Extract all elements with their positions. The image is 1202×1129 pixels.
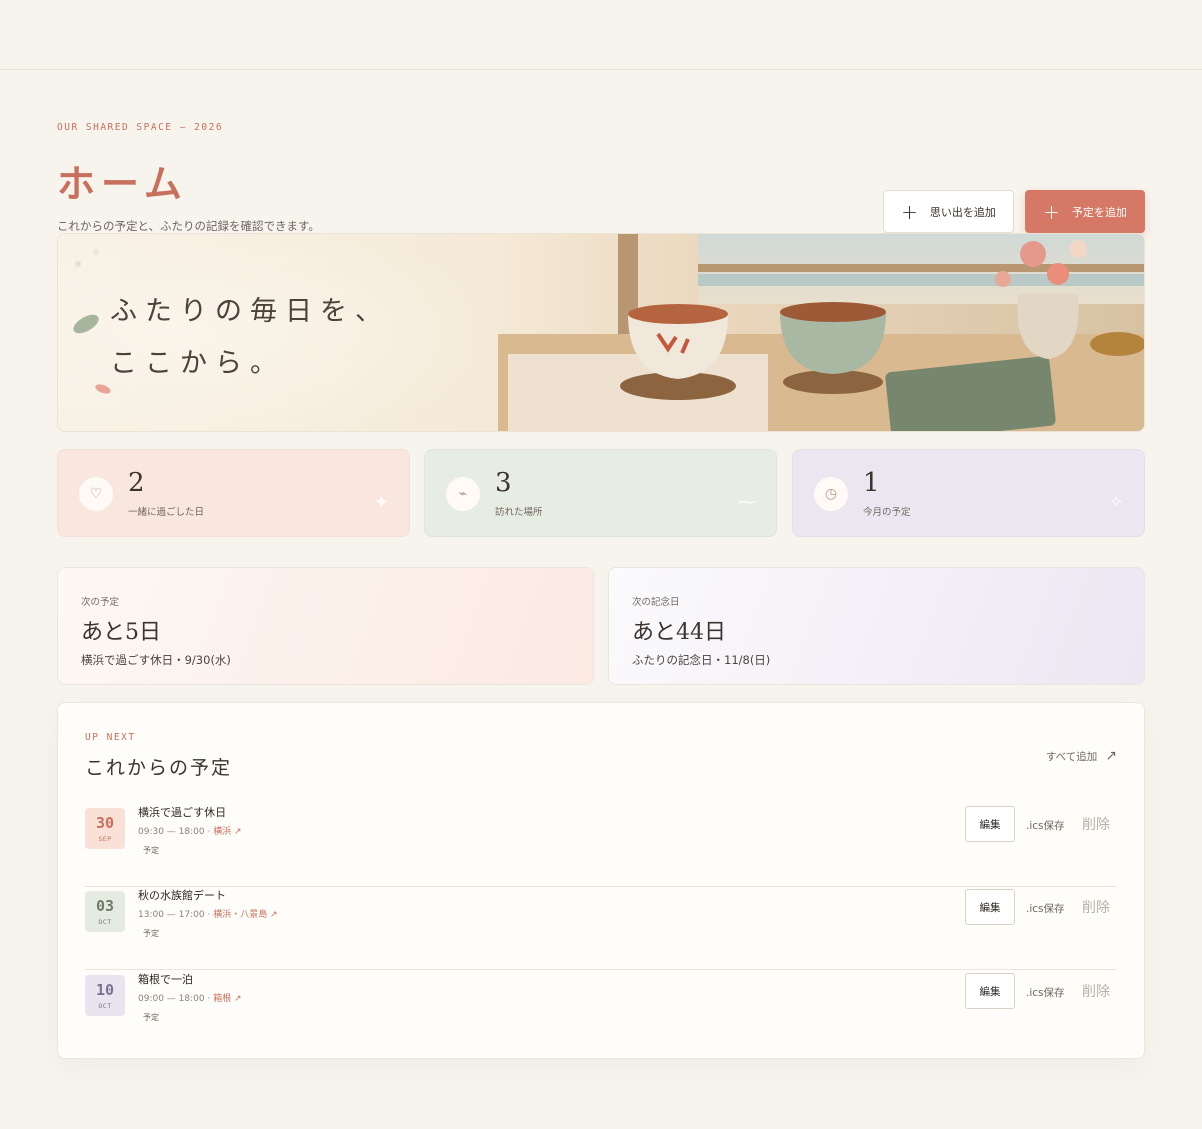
see-all-link[interactable]: すべて追加 ↗ [1046, 748, 1117, 764]
event-date-badge: 03 OCT [85, 891, 125, 932]
hero-tagline: ふたりの毎日を、 ここから。 [110, 286, 390, 390]
stat-label: 一緒に過ごした日 [128, 507, 205, 518]
top-bar [0, 0, 1202, 70]
event-tag: 予定 [143, 929, 159, 938]
stat-card-days-together: ♡ 2 一緒に過ごした日 ✦ [57, 449, 410, 537]
upcoming-eyebrow: UP NEXT [85, 732, 136, 743]
event-month: SEP [98, 835, 112, 843]
hero-banner: ふたりの毎日を、 ここから。 [57, 233, 1145, 432]
event-month: OCT [98, 1002, 112, 1010]
sparkle-icon: ✧ [1108, 492, 1124, 513]
next-anniversary-countdown: あと44日 [632, 620, 726, 645]
event-day: 03 [95, 897, 115, 915]
event-title: 箱根で一泊 [138, 973, 193, 986]
event-date-badge: 10 OCT [85, 975, 125, 1016]
event-meta: 09:30 — 18:00 · 横浜 ↗ [138, 824, 242, 837]
next-anniversary-info: ふたりの記念日・11/8(日) [632, 653, 771, 667]
event-tag: 予定 [143, 1013, 159, 1022]
stat-value: 3 [495, 468, 512, 498]
event-day: 30 [95, 814, 115, 832]
hero-line-1: ふたりの毎日を、 [110, 296, 390, 327]
event-time: 09:00 — 18:00 · [138, 994, 214, 1004]
upcoming-events-panel: UP NEXT これからの予定 すべて追加 ↗ 30 SEP 横浜で過ごす休日 … [57, 702, 1145, 1059]
event-tag: 予定 [143, 846, 159, 855]
arrow-up-right-icon: ↗ [1105, 748, 1117, 764]
event-title: 秋の水族館デート [138, 889, 226, 902]
ics-save-button[interactable]: .ics保存 [1026, 901, 1065, 916]
event-row[interactable]: 30 SEP 横浜で過ごす休日 09:30 — 18:00 · 横浜 ↗ 予定 … [85, 804, 1117, 887]
page-subtitle: これからの予定と、ふたりの記録を確認できます。 [57, 219, 320, 233]
delete-button[interactable]: 削除 [1082, 897, 1110, 917]
edit-button[interactable]: 編集 [965, 889, 1015, 925]
heart-icon: ♡ [79, 477, 113, 511]
event-location-link[interactable]: 箱根 ↗ [213, 994, 241, 1004]
next-event-caption: 次の予定 [81, 597, 120, 608]
add-memory-button[interactable]: + 思い出を追加 [883, 190, 1014, 233]
see-all-label: すべて追加 [1045, 750, 1098, 763]
delete-button[interactable]: 削除 [1082, 814, 1110, 834]
route-icon: ⌁ [446, 477, 480, 511]
next-event-info: 横浜で過ごす休日・9/30(水) [81, 653, 231, 667]
stat-card-events-this-month: ◷ 1 今月の予定 ✧ [792, 449, 1145, 537]
edit-button[interactable]: 編集 [965, 973, 1015, 1009]
event-date-badge: 30 SEP [85, 808, 125, 849]
stat-value: 1 [863, 468, 880, 498]
page-title: ホーム [57, 161, 188, 206]
add-event-button[interactable]: + 予定を追加 [1025, 190, 1145, 233]
next-event-card[interactable]: 次の予定 あと5日 横浜で過ごす休日・9/30(水) [57, 567, 594, 685]
next-anniversary-card[interactable]: 次の記念日 あと44日 ふたりの記念日・11/8(日) [608, 567, 1145, 685]
stat-value: 2 [128, 468, 145, 498]
event-time: 09:30 — 18:00 · [138, 827, 214, 837]
stat-label: 今月の予定 [863, 507, 911, 518]
delete-button[interactable]: 削除 [1082, 981, 1110, 1001]
next-event-countdown: あと5日 [81, 620, 161, 645]
edit-button[interactable]: 編集 [965, 806, 1015, 842]
ics-save-button[interactable]: .ics保存 [1026, 818, 1065, 833]
stat-label: 訪れた場所 [495, 507, 543, 518]
hero-line-2: ここから。 [110, 348, 285, 379]
plus-icon: + [1043, 199, 1060, 224]
event-meta: 13:00 — 17:00 · 横浜・八景島 ↗ [138, 907, 278, 920]
event-meta: 09:00 — 18:00 · 箱根 ↗ [138, 991, 242, 1004]
event-time: 13:00 — 17:00 · [138, 910, 214, 920]
upcoming-title: これからの予定 [85, 757, 233, 779]
event-month: OCT [98, 918, 112, 926]
event-row[interactable]: 03 OCT 秋の水族館デート 13:00 — 17:00 · 横浜・八景島 ↗… [85, 887, 1117, 970]
event-location-link[interactable]: 横浜・八景島 ↗ [213, 910, 277, 920]
sparkle-icon: ✦ [373, 492, 389, 513]
next-anniversary-caption: 次の記念日 [632, 597, 680, 608]
route-decor-icon: ⁓ [738, 492, 756, 513]
stat-card-places-visited: ⌁ 3 訪れた場所 ⁓ [424, 449, 777, 537]
event-location-link[interactable]: 横浜 ↗ [213, 827, 241, 837]
plus-icon: + [901, 199, 918, 224]
clock-icon: ◷ [814, 477, 848, 511]
event-day: 10 [95, 981, 115, 999]
event-title: 横浜で過ごす休日 [138, 806, 227, 819]
add-event-label: 予定を追加 [1071, 205, 1127, 219]
add-memory-label: 思い出を追加 [929, 205, 996, 219]
event-row[interactable]: 10 OCT 箱根で一泊 09:00 — 18:00 · 箱根 ↗ 予定 編集 … [85, 971, 1117, 1054]
page-eyebrow: OUR SHARED SPACE — 2026 [57, 122, 224, 133]
ics-save-button[interactable]: .ics保存 [1026, 985, 1065, 1000]
